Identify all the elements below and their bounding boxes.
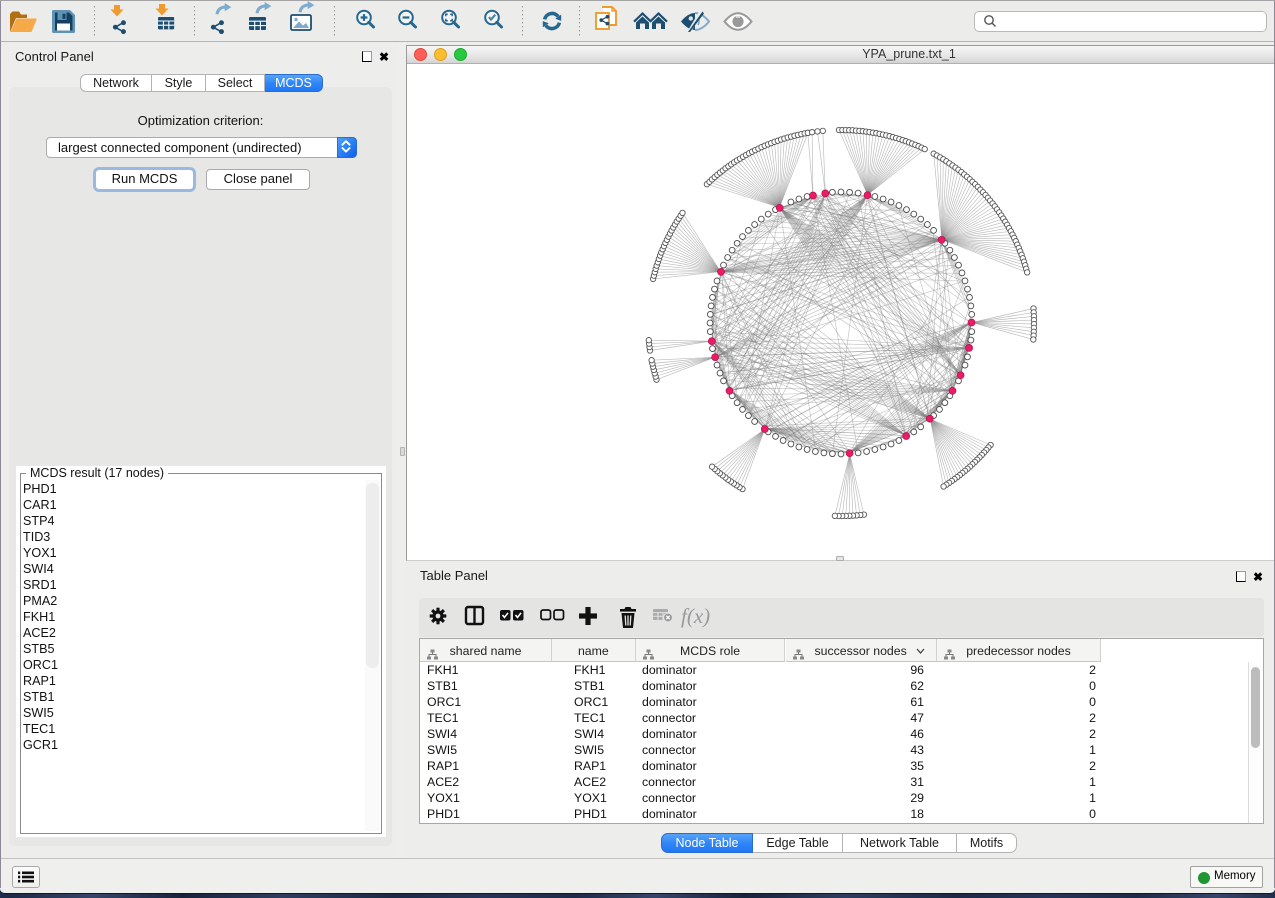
svg-text:f(x): f(x)	[681, 604, 710, 628]
